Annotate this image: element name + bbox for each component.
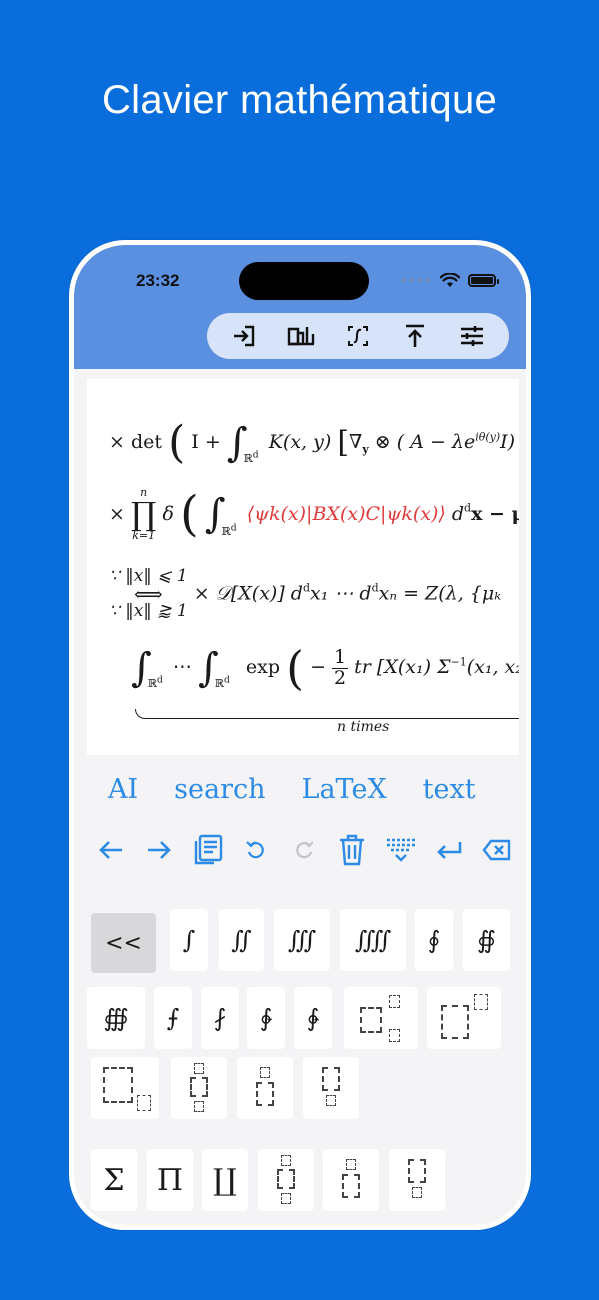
battery-icon <box>468 274 499 287</box>
action-bar <box>94 830 514 870</box>
key-oiint[interactable]: ∯ <box>463 909 510 971</box>
math-line-1: × det ( I + ∫ℝd K(x, y) [∇y ⊗ ( A − λeiθ… <box>109 417 516 468</box>
sliders-icon[interactable] <box>454 318 490 354</box>
header-area: 23:32 •••• <box>74 245 526 369</box>
status-time: 23:32 <box>136 271 180 290</box>
key-cint-3[interactable]: ∲ <box>247 987 285 1049</box>
key-template-sup[interactable] <box>427 987 501 1049</box>
keyboard-hide-icon[interactable] <box>384 833 418 867</box>
key-cint-1[interactable]: ⨍ <box>154 987 192 1049</box>
key-oint[interactable]: ∮ <box>415 909 453 971</box>
function-icon[interactable] <box>340 318 376 354</box>
phone-frame: 23:32 •••• × det (I + ∫ℝd K(x, y) [∇y ⊗… <box>69 240 531 1230</box>
math-line-3: ∵ ‖x‖ ⩽ 1 ⟺ ∵ ‖x‖ ⪆ 1 × 𝒟[X(x)] ddx₁ ⋯ d… <box>109 566 502 621</box>
underbrace <box>135 709 519 719</box>
key-oiiint[interactable]: ∰ <box>87 987 145 1049</box>
key-template-sub-sup-right[interactable] <box>344 987 418 1049</box>
underbrace-label: n times <box>337 719 390 735</box>
key-cint-4[interactable]: ∳ <box>294 987 332 1049</box>
mode-latex[interactable]: LaTeX <box>302 774 387 805</box>
key-template-sub[interactable] <box>91 1057 159 1119</box>
key-iiiint[interactable]: ⨌ <box>340 909 406 971</box>
key-template-over[interactable] <box>237 1057 293 1119</box>
upload-icon[interactable] <box>397 318 433 354</box>
arrow-left-icon[interactable] <box>94 833 128 867</box>
key-sum[interactable]: Σ <box>91 1149 137 1211</box>
mode-search[interactable]: search <box>174 774 265 805</box>
key-back[interactable]: << <box>91 913 156 973</box>
bookmark-chart-icon[interactable] <box>283 318 319 354</box>
status-icons: •••• <box>399 273 499 288</box>
arrow-right-icon[interactable] <box>142 833 176 867</box>
mode-tabs: AI search LaTeX text <box>74 769 526 809</box>
dynamic-island <box>239 262 369 300</box>
math-line-2: × n ∏ k=1 δ ( ∫ℝd ⟨ψk(x)|BX(x)C|ψk(x)⟩ d… <box>109 486 519 542</box>
clipboard-icon[interactable] <box>191 833 225 867</box>
promo-title: Clavier mathématique <box>101 78 498 122</box>
mode-text[interactable]: text <box>423 774 476 805</box>
key-prod[interactable]: Π <box>147 1149 193 1211</box>
signal-icon: •••• <box>399 273 432 288</box>
mode-ai[interactable]: AI <box>108 774 138 805</box>
math-editor[interactable]: × det ( I + ∫ℝd K(x, y) [∇y ⊗ ( A − λeiθ… <box>87 379 519 755</box>
key-iint[interactable]: ∬ <box>219 909 264 971</box>
key-template-under-2[interactable] <box>389 1149 445 1211</box>
key-template-under[interactable] <box>303 1057 359 1119</box>
return-icon[interactable] <box>432 833 466 867</box>
key-int[interactable]: ∫ <box>170 909 208 971</box>
wifi-icon <box>440 273 460 287</box>
key-coprod[interactable]: ∐ <box>202 1149 248 1211</box>
top-toolbar <box>207 313 509 359</box>
app-screen: 23:32 •••• × det (I + ∫ℝd K(x, y) [∇y ⊗… <box>74 245 526 1225</box>
key-template-over-under[interactable] <box>171 1057 227 1119</box>
math-line-4: ∫ℝd ⋯ ∫ℝd exp ( − 1 2 tr [X(x₁) Σ−1(x₁, … <box>131 641 519 695</box>
key-iiint[interactable]: ∭ <box>274 909 330 971</box>
enter-icon[interactable] <box>226 318 262 354</box>
trash-icon[interactable] <box>335 833 369 867</box>
undo-icon[interactable] <box>239 833 273 867</box>
key-template-over-under-2[interactable] <box>258 1149 314 1211</box>
key-template-over-2[interactable] <box>323 1149 379 1211</box>
redo-icon[interactable] <box>287 833 321 867</box>
key-cint-2[interactable]: ⨏ <box>201 987 239 1049</box>
backspace-icon[interactable] <box>480 833 514 867</box>
